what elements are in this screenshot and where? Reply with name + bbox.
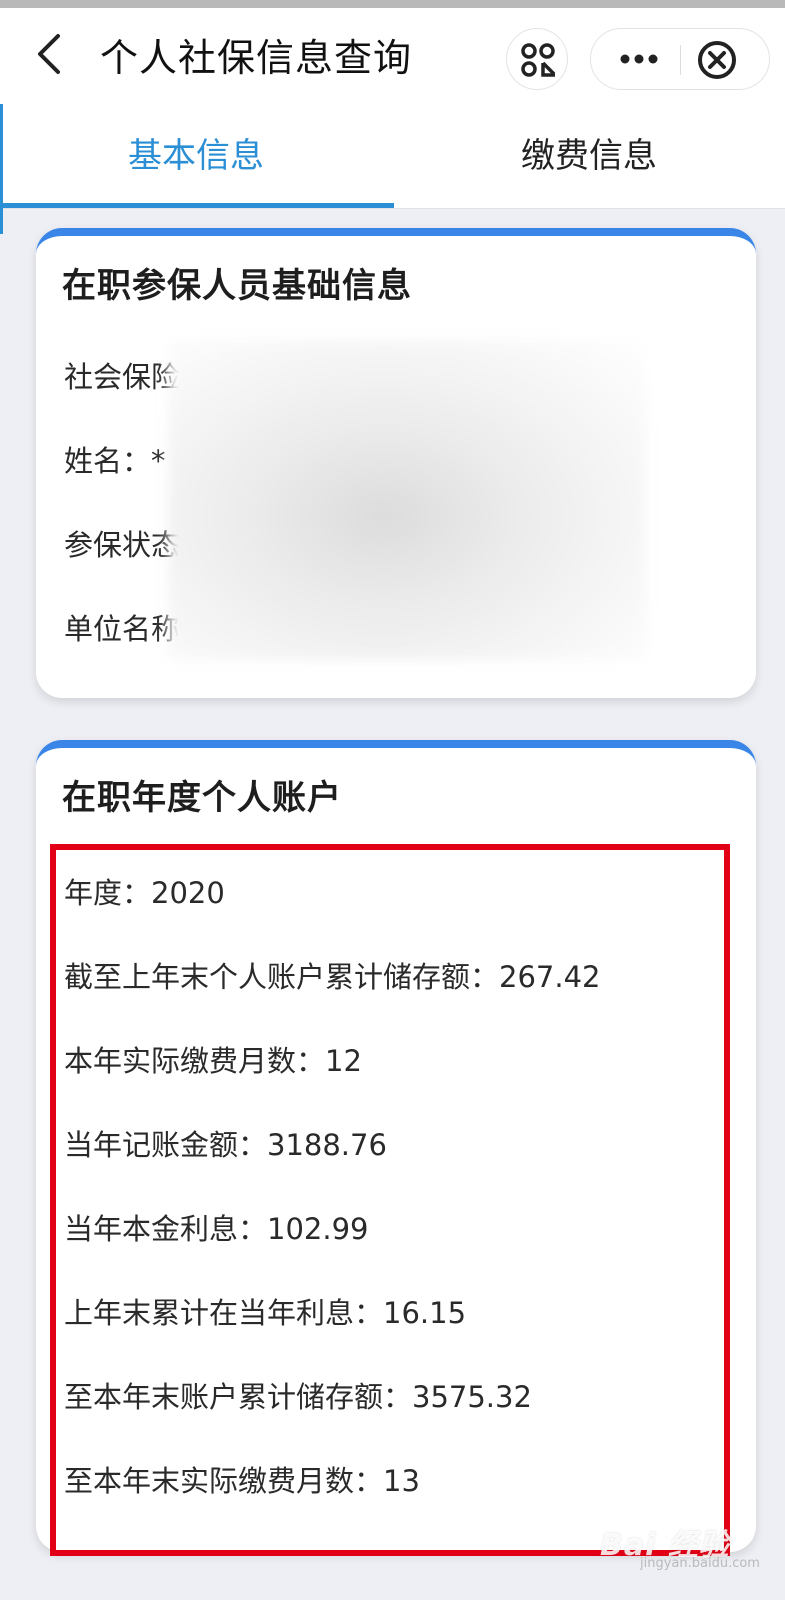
account-row-year: 年度：2020 [64,876,225,910]
account-card: 在职年度个人账户 年度：2020 截至上年末个人账户累计储存额：267.42 本… [36,740,756,1556]
account-row-prev-balance: 截至上年末个人账户累计储存额：267.42 [64,960,601,994]
account-row-months-paid: 本年实际缴费月数：12 [64,1044,362,1078]
basic-info-title: 在职参保人员基础信息 [62,266,412,306]
left-accent-edge [0,104,3,234]
baidu-watermark-url: jingyan.baidu.com [640,1556,760,1571]
account-row-prev-interest: 上年末累计在当年利息：16.15 [64,1296,467,1330]
account-row-principal-interest: 当年本金利息：102.99 [64,1212,369,1246]
mini-program-scan-icon [521,43,556,77]
field-name: 姓名：* [64,444,166,478]
capsule-menu [590,28,770,90]
back-button[interactable] [30,30,74,78]
capsule-divider [680,45,681,75]
back-chevron-icon [38,34,60,74]
account-card-title: 在职年度个人账户 [62,778,342,818]
field-insurance-status: 参保状态 [64,528,181,562]
basic-info-card: 在职参保人员基础信息 社会保险 姓名：* 参保状态 单位名称 [36,228,756,698]
tab-bar: 基本信息 缴费信息 [0,104,785,209]
privacy-blur-overlay [168,340,646,660]
account-row-year-end-balance: 至本年末账户累计储存额：3575.32 [64,1380,532,1414]
close-circle-icon [698,41,736,79]
account-row-credited-amount: 当年记账金额：3188.76 [64,1128,387,1162]
tab-payment-info[interactable]: 缴费信息 [393,104,785,208]
field-employer-name: 单位名称 [64,612,181,646]
status-strip [0,0,785,8]
more-button[interactable] [607,37,671,81]
active-tab-indicator [0,203,394,208]
highlight-annotation-box [50,844,730,1556]
scan-button[interactable] [506,28,568,90]
nav-bar: 个人社保信息查询 [0,8,785,104]
field-social-security-no: 社会保险 [64,360,181,394]
more-dots-icon [620,54,658,64]
close-button[interactable] [695,39,739,81]
account-row-total-months: 至本年末实际缴费月数：13 [64,1464,420,1498]
page-title: 个人社保信息查询 [100,36,413,80]
tab-basic-info[interactable]: 基本信息 [0,104,392,208]
